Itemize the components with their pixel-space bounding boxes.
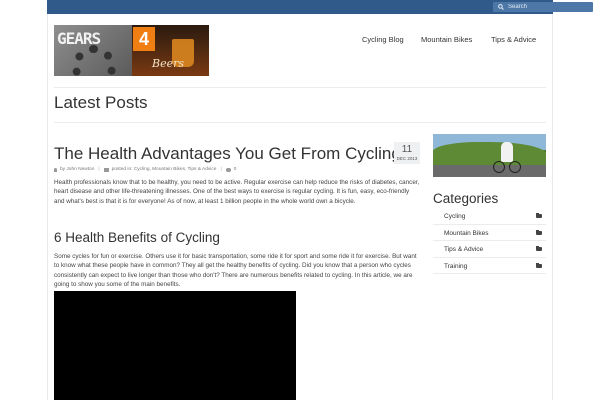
- category-item-training[interactable]: Training: [433, 258, 546, 274]
- category-label[interactable]: Training: [444, 263, 467, 270]
- divider: [54, 87, 546, 88]
- post-body: Some cycles for fun or exercise. Others …: [54, 253, 417, 288]
- post-subheading: 6 Health Benefits of Cycling: [54, 230, 220, 245]
- category-label[interactable]: Cycling: [444, 213, 465, 220]
- search-input[interactable]: [506, 2, 588, 12]
- folder-open-icon: [536, 229, 542, 235]
- category-item-cycling[interactable]: Cycling: [433, 208, 546, 225]
- folder-open-icon: [536, 213, 542, 218]
- comment-icon: [225, 167, 231, 172]
- post-date-month: DEC 2013: [396, 156, 418, 161]
- logo-text-four: 4: [133, 27, 155, 51]
- search-box[interactable]: [493, 2, 593, 12]
- post-categories[interactable]: posted in: Cycling, Mountain Bikes, Tips…: [112, 167, 217, 172]
- folder-icon: [103, 167, 109, 172]
- post-author[interactable]: by John Newton: [60, 167, 94, 172]
- post-comment-count[interactable]: 0: [234, 167, 237, 172]
- post-date-day: 11: [401, 144, 413, 155]
- post-title[interactable]: The Health Advantages You Get From Cycli…: [54, 144, 401, 164]
- post-meta: by John Newton | posted in: Cycling, Mou…: [54, 167, 236, 172]
- folder-open-icon: [536, 246, 542, 251]
- category-label[interactable]: Mountain Bikes: [444, 230, 488, 237]
- post-date-badge: 11 DEC 2013: [394, 142, 420, 164]
- logo-text-beers: Beers: [152, 57, 185, 70]
- nav-item-mountain-bikes[interactable]: Mountain Bikes: [421, 35, 472, 44]
- sidebar-cyclist-image: [433, 134, 546, 177]
- folder-open-icon: [536, 262, 542, 268]
- divider: [54, 122, 546, 123]
- nav-item-tips-advice[interactable]: Tips & Advice: [491, 35, 536, 44]
- categories-list: Cycling Mountain Bikes Tips & Advice Tra…: [433, 208, 546, 274]
- categories-title: Categories: [433, 191, 499, 206]
- top-bar: [47, 0, 593, 14]
- video-embed[interactable]: [54, 291, 296, 400]
- category-item-tips-advice[interactable]: Tips & Advice: [433, 241, 546, 258]
- logo-text-gears: GEARS: [57, 29, 101, 48]
- nav-item-cycling-blog[interactable]: Cycling Blog: [362, 35, 404, 44]
- post-intro: Health professionals know that to be hea…: [54, 179, 420, 205]
- category-label[interactable]: Tips & Advice: [444, 246, 483, 253]
- page-title: Latest Posts: [54, 93, 148, 112]
- user-icon: [54, 167, 57, 172]
- search-icon[interactable]: [496, 4, 506, 10]
- site-logo[interactable]: GEARS 4 Beers: [54, 25, 209, 76]
- category-item-mountain-bikes[interactable]: Mountain Bikes: [433, 225, 546, 241]
